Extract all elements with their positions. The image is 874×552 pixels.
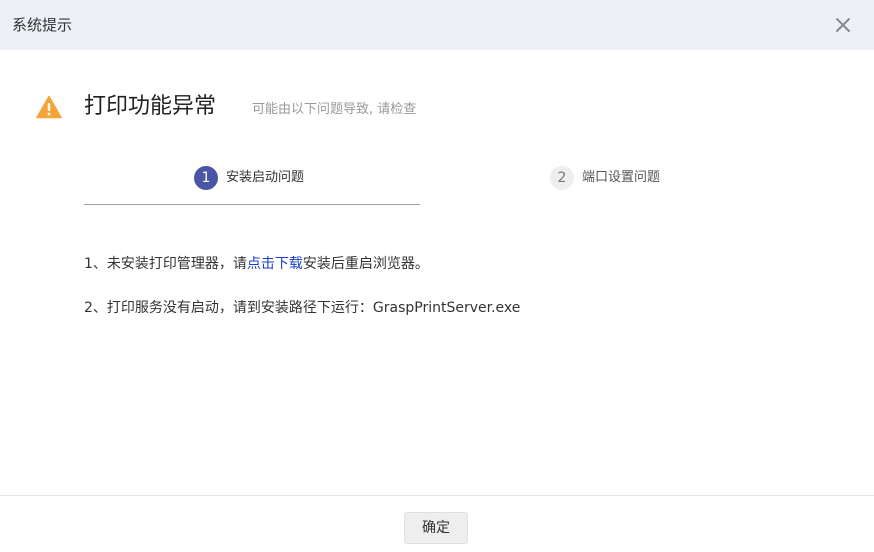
system-prompt-dialog: 系统提示 打印功能异常 可能由以下问题导致, 请检查 1 安装启动问题 2 端口… (0, 0, 874, 552)
ok-button[interactable]: 确定 (404, 512, 468, 544)
step-indicator: 1 安装启动问题 2 端口设置问题 (84, 164, 784, 206)
step-label: 端口设置问题 (582, 170, 661, 185)
item-text: 1、未安装打印管理器，请 (84, 256, 247, 272)
troubleshoot-item-1: 1、未安装打印管理器，请点击下载安装后重启浏览器。 (84, 254, 429, 274)
step-number-badge: 2 (550, 166, 574, 190)
footer-divider (0, 495, 874, 496)
warning-icon (36, 95, 62, 119)
download-link[interactable]: 点击下载 (247, 256, 303, 272)
dialog-header: 打印功能异常 可能由以下问题导致, 请检查 (0, 88, 874, 128)
page-subtitle: 可能由以下问题导致, 请检查 (252, 102, 417, 117)
dialog-titlebar: 系统提示 (0, 0, 874, 50)
active-step-underline (84, 204, 420, 205)
close-icon[interactable] (834, 16, 852, 34)
step-label: 安装启动问题 (226, 170, 305, 185)
step-number-badge: 1 (194, 166, 218, 190)
item-text: 安装后重启浏览器。 (302, 256, 429, 272)
page-title: 打印功能异常 (84, 94, 217, 119)
troubleshoot-item-2: 2、打印服务没有启动，请到安装路径下运行：GraspPrintServer.ex… (84, 300, 521, 316)
dialog-title: 系统提示 (12, 16, 73, 34)
